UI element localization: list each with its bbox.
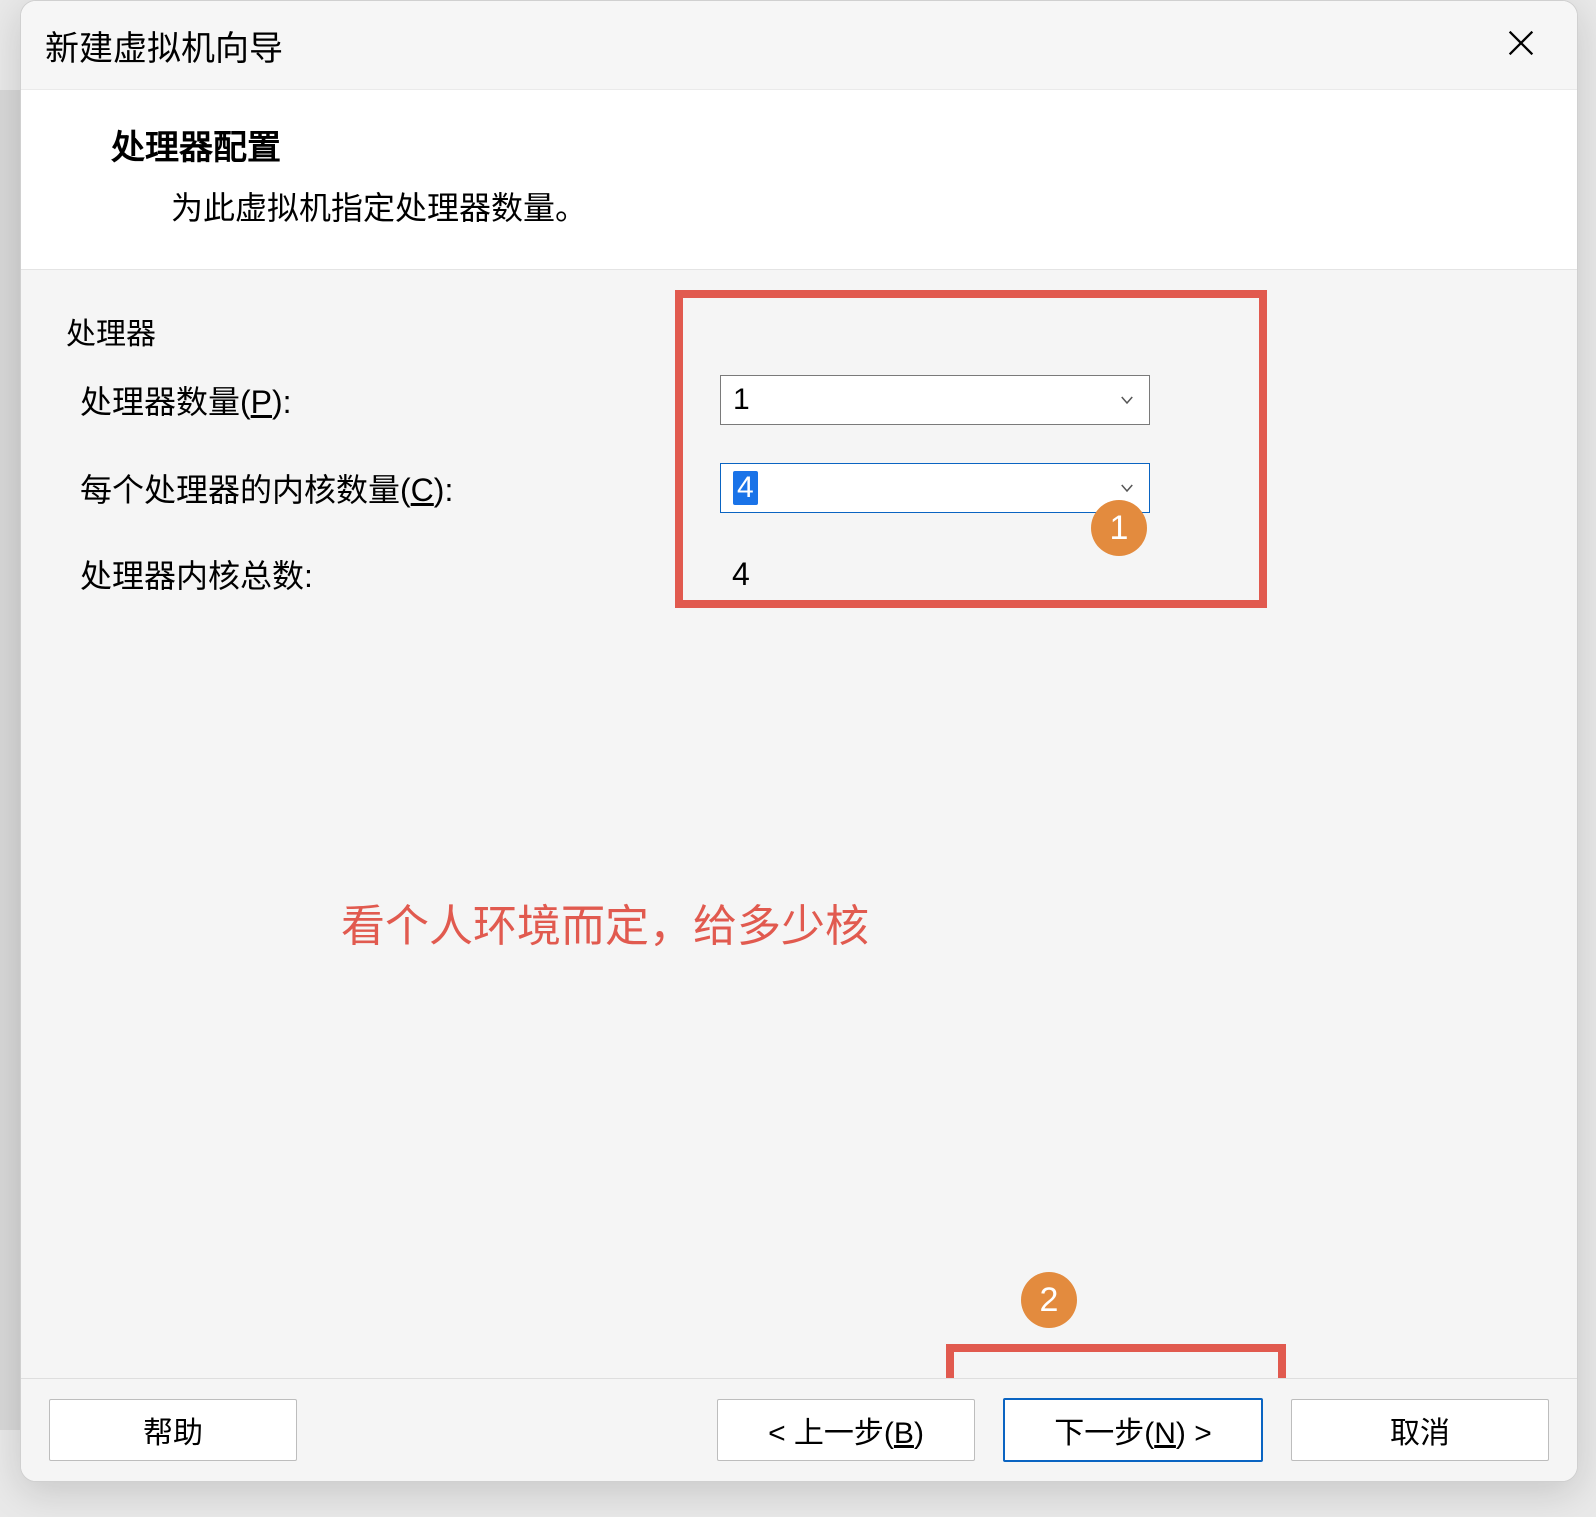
chevron-down-icon [1117, 478, 1137, 498]
row-processor-count: 处理器数量(P): 1 [66, 375, 1532, 425]
wizard-footer: 帮助 < 上一步(B) 下一步(N) > 取消 [21, 1378, 1577, 1481]
wizard-header: 处理器配置 为此虚拟机指定处理器数量。 [21, 90, 1577, 270]
help-button[interactable]: 帮助 [49, 1399, 297, 1461]
page-subtitle: 为此虚拟机指定处理器数量。 [171, 183, 1537, 229]
label-text: ) > [1176, 1417, 1212, 1450]
annotation-hint: 看个人环境而定，给多少核 [341, 890, 869, 954]
button-label: 帮助 [143, 1408, 203, 1452]
button-label: 取消 [1390, 1408, 1450, 1452]
window-title: 新建虚拟机向导 [45, 21, 283, 70]
back-button[interactable]: < 上一步(B) [717, 1399, 975, 1461]
select-value: 1 [733, 383, 750, 417]
label-processor-count: 处理器数量(P): [66, 377, 720, 423]
group-legend: 处理器 [66, 305, 1532, 353]
label-cores-per-processor: 每个处理器的内核数量(C): [66, 465, 720, 511]
label-text: 每个处理器的内核数量( [80, 472, 411, 508]
label-hotkey: B [894, 1417, 914, 1450]
button-label: < 上一步(B) [768, 1408, 924, 1452]
processor-count-select[interactable]: 1 [720, 375, 1150, 425]
cores-per-processor-select[interactable]: 4 [720, 463, 1150, 513]
label-text: < 上一步( [768, 1417, 894, 1450]
close-button[interactable] [1493, 17, 1549, 73]
wizard-body: 处理器 处理器数量(P): 1 每个处理器的内核数量(C): 4 [21, 270, 1577, 1378]
page-title: 处理器配置 [111, 120, 1537, 169]
annotation-badge-2: 2 [1021, 1272, 1077, 1328]
close-icon [1504, 26, 1538, 65]
row-total-cores: 处理器内核总数: 4 [66, 551, 1532, 597]
select-value: 4 [733, 471, 758, 505]
label-text: ): [272, 384, 292, 420]
label-hotkey: P [251, 384, 272, 420]
row-cores-per-processor: 每个处理器的内核数量(C): 4 [66, 463, 1532, 513]
wizard-window: 新建虚拟机向导 处理器配置 为此虚拟机指定处理器数量。 处理器 处理器数量(P)… [20, 0, 1578, 1482]
label-text: ) [914, 1417, 924, 1450]
label-total-cores: 处理器内核总数: [66, 551, 720, 597]
processor-group: 处理器 处理器数量(P): 1 每个处理器的内核数量(C): 4 [47, 294, 1551, 660]
label-text: ): [434, 472, 454, 508]
button-label: 下一步(N) > [1054, 1408, 1212, 1452]
titlebar: 新建虚拟机向导 [21, 1, 1577, 90]
chevron-down-icon [1117, 390, 1137, 410]
label-hotkey: C [411, 472, 434, 508]
label-hotkey: N [1154, 1417, 1176, 1450]
total-cores-value: 4 [720, 556, 1162, 593]
label-text: 下一步( [1054, 1417, 1154, 1450]
next-button[interactable]: 下一步(N) > [1003, 1398, 1263, 1462]
label-text: 处理器数量( [80, 384, 251, 420]
cancel-button[interactable]: 取消 [1291, 1399, 1549, 1461]
